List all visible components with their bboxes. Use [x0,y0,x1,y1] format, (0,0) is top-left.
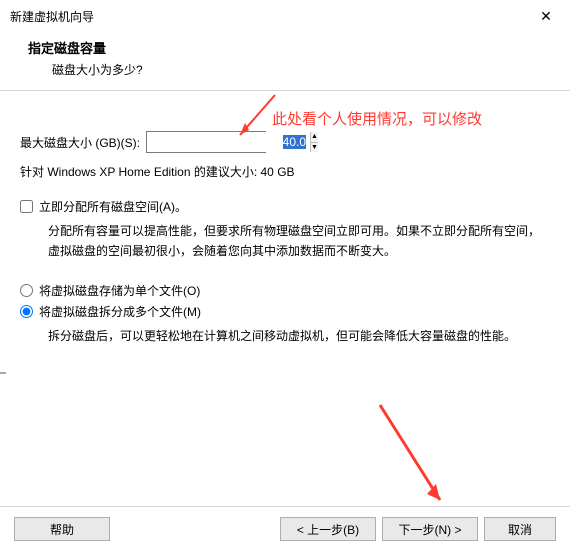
help-button[interactable]: 帮助 [14,517,110,541]
wizard-content: 最大磁盘大小 (GB)(S): ▲ ▼ 针对 Windows XP Home E… [0,91,570,346]
disk-size-label: 最大磁盘大小 (GB)(S): [20,134,140,151]
spinner-up-icon[interactable]: ▲ [311,132,318,143]
wizard-header: 指定磁盘容量 磁盘大小为多少? [0,30,570,91]
store-single-label: 将虚拟磁盘存储为单个文件(O) [39,282,200,299]
left-tick-mark [0,372,6,374]
allocate-now-description: 分配所有容量可以提高性能，但要求所有物理磁盘空间立即可用。如果不立即分配所有空间… [48,221,550,262]
store-split-description: 拆分磁盘后，可以更轻松地在计算机之间移动虚拟机，但可能会降低大容量磁盘的性能。 [48,326,550,346]
page-heading: 指定磁盘容量 [28,38,546,57]
next-arrow-icon [370,400,460,510]
allocate-now-checkbox[interactable] [20,200,33,213]
close-button[interactable]: ✕ [532,6,560,26]
spinner-down-icon[interactable]: ▼ [311,143,318,153]
annotation-text: 此处看个人使用情况，可以修改 [272,108,482,129]
disk-size-spinner[interactable]: ▲ ▼ [146,131,266,153]
disk-recommendation: 针对 Windows XP Home Edition 的建议大小: 40 GB [20,163,550,180]
spinner-buttons: ▲ ▼ [310,132,318,152]
disk-size-input[interactable] [147,132,310,152]
window-title: 新建虚拟机向导 [10,8,94,25]
store-single-radio-row[interactable]: 将虚拟磁盘存储为单个文件(O) [20,282,550,299]
next-button[interactable]: 下一步(N) > [382,517,478,541]
back-button[interactable]: < 上一步(B) [280,517,376,541]
disk-size-row: 最大磁盘大小 (GB)(S): ▲ ▼ [20,131,550,153]
allocate-now-label: 立即分配所有磁盘空间(A)。 [39,198,187,215]
cancel-button[interactable]: 取消 [484,517,556,541]
store-single-radio[interactable] [20,284,33,297]
wizard-footer: 帮助 < 上一步(B) 下一步(N) > 取消 [0,506,570,541]
store-split-radio[interactable] [20,305,33,318]
footer-right-buttons: < 上一步(B) 下一步(N) > 取消 [280,517,556,541]
store-split-label: 将虚拟磁盘拆分成多个文件(M) [39,303,201,320]
storage-radio-group: 将虚拟磁盘存储为单个文件(O) 将虚拟磁盘拆分成多个文件(M) 拆分磁盘后，可以… [20,282,550,346]
allocate-now-checkbox-row[interactable]: 立即分配所有磁盘空间(A)。 [20,198,550,215]
page-subheading: 磁盘大小为多少? [28,61,546,78]
titlebar: 新建虚拟机向导 ✕ [0,0,570,30]
store-split-radio-row[interactable]: 将虚拟磁盘拆分成多个文件(M) [20,303,550,320]
